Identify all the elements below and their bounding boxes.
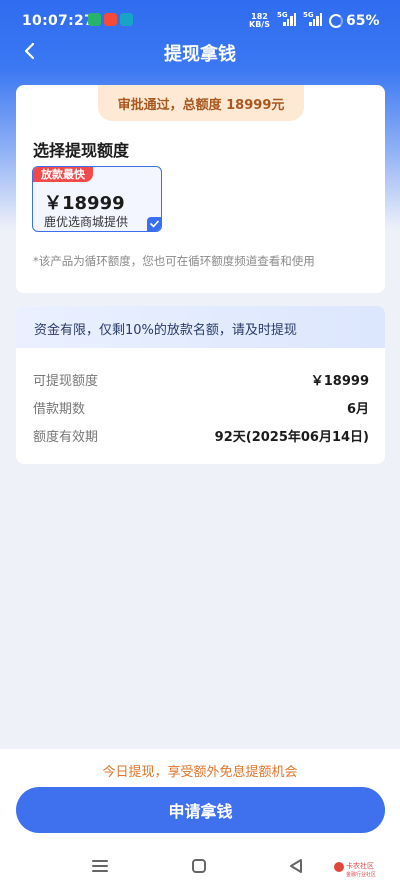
status-bar: 10:07:27 182 KB/S 5G 5G 65% bbox=[0, 0, 400, 40]
detail-label: 额度有效期 bbox=[33, 430, 99, 445]
amount-option[interactable]: 放款最快 ￥18999 鹿优选商城提供 bbox=[32, 166, 162, 232]
page-title: 提现拿钱 bbox=[164, 44, 236, 65]
menu-line-icon bbox=[92, 860, 108, 862]
amount-section-title: 选择提现额度 bbox=[33, 141, 130, 160]
signal-strength-icon bbox=[309, 13, 322, 26]
battery-icon bbox=[329, 14, 343, 28]
detail-value: 92天(2025年06月14日) bbox=[214, 430, 369, 445]
home-button[interactable] bbox=[192, 859, 206, 873]
status-time: 10:07:27 bbox=[22, 13, 95, 29]
detail-label: 借款期数 bbox=[33, 402, 86, 417]
battery-percent: 65% bbox=[346, 13, 380, 29]
detail-value: ￥18999 bbox=[310, 374, 369, 389]
quota-warning-banner: 资金有限，仅剩10%的放款名额，请及时提现 bbox=[16, 306, 385, 348]
loan-details-card: 资金有限，仅剩10%的放款名额，请及时提现 可提现额度 ￥18999 借款期数 … bbox=[16, 306, 385, 464]
nav-back-icon[interactable] bbox=[289, 858, 303, 874]
network-speed: 182 KB/S bbox=[249, 12, 270, 29]
detail-row-validity: 额度有效期 92天(2025年06月14日) bbox=[33, 426, 369, 446]
detail-row-loan-term: 借款期数 6月 bbox=[33, 398, 369, 418]
bottom-action-bar: 今日提现，享受额外免息提额机会 申请拿钱 卡农社区 金融行业社区 bbox=[0, 749, 400, 894]
fastest-loan-tag: 放款最快 bbox=[33, 167, 93, 182]
signal-strength-icon bbox=[283, 13, 296, 26]
app-notification-icon bbox=[88, 13, 101, 26]
detail-label: 可提现额度 bbox=[33, 374, 99, 389]
menu-line-icon bbox=[92, 870, 108, 872]
app-header: 提现拿钱 bbox=[0, 38, 400, 68]
notification-icons bbox=[88, 13, 133, 26]
amount-card: 审批通过，总额度 18999元 选择提现额度 放款最快 ￥18999 鹿优选商城… bbox=[16, 85, 385, 293]
option-amount: ￥18999 bbox=[44, 193, 125, 214]
quota-warning-text: 资金有限，仅剩10%的放款名额，请及时提现 bbox=[34, 323, 297, 338]
selected-check-icon bbox=[147, 217, 161, 231]
promo-text: 今日提现，享受额外免息提额机会 bbox=[102, 765, 298, 780]
apply-button[interactable]: 申请拿钱 bbox=[16, 787, 385, 833]
revolving-credit-note: *该产品为循环额度，您也可在循环额度频道查看和使用 bbox=[33, 254, 315, 268]
video-app-notification-icon bbox=[104, 13, 117, 26]
watermark-logo bbox=[334, 862, 344, 872]
detail-row-available-amount: 可提现额度 ￥18999 bbox=[33, 370, 369, 390]
detail-value: 6月 bbox=[346, 402, 369, 417]
approval-banner: 审批通过，总额度 18999元 bbox=[98, 85, 304, 121]
option-provider: 鹿优选商城提供 bbox=[44, 215, 129, 229]
menu-line-icon bbox=[92, 865, 108, 867]
browser-app-notification-icon bbox=[120, 13, 133, 26]
watermark: 卡农社区 金融行业社区 bbox=[346, 862, 377, 878]
recent-apps-button[interactable] bbox=[92, 860, 108, 872]
